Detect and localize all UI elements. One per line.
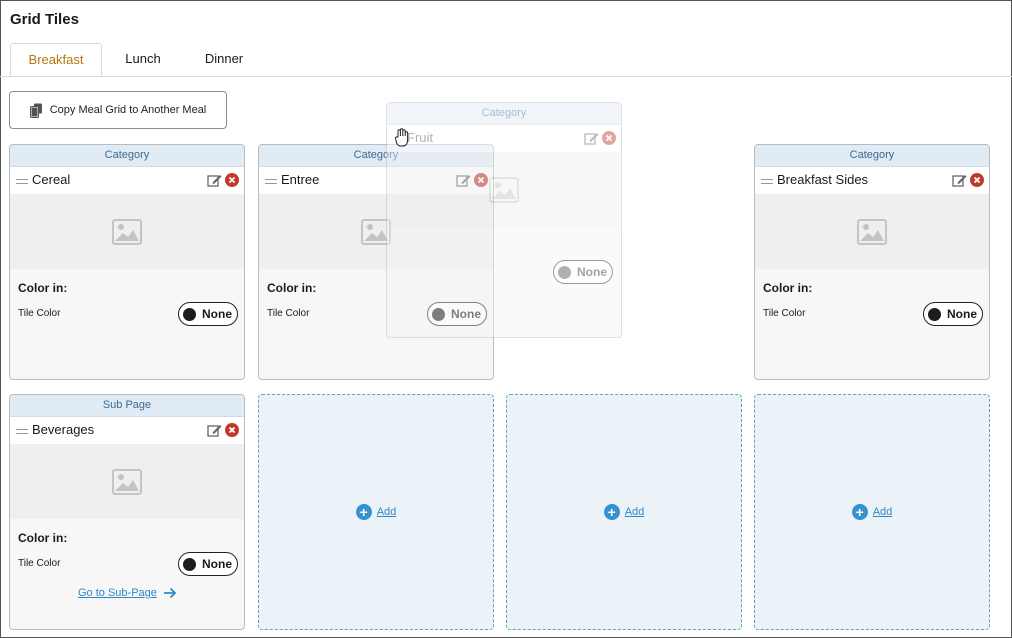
delete-icon[interactable] bbox=[970, 173, 984, 187]
image-placeholder bbox=[10, 444, 244, 519]
drag-handle-icon[interactable] bbox=[761, 179, 773, 184]
color-in-label: Color in: bbox=[18, 281, 68, 295]
color-swatch-icon bbox=[183, 307, 196, 321]
color-picker-button: None bbox=[553, 260, 613, 284]
plus-circle-icon: + bbox=[851, 504, 868, 520]
tile-name: Cereal bbox=[32, 172, 71, 187]
color-in-label: Color in: bbox=[18, 531, 68, 545]
delete-icon bbox=[602, 131, 616, 145]
add-label: Add bbox=[872, 506, 893, 518]
add-tile-slot[interactable]: + Add bbox=[258, 394, 494, 630]
drag-handle-icon[interactable] bbox=[265, 179, 277, 184]
dragging-tile-fruit[interactable]: Category Fruit None bbox=[386, 102, 622, 338]
tile-type-label: Category bbox=[387, 103, 621, 125]
add-label: Add bbox=[376, 506, 397, 518]
tile-breakfast-sides[interactable]: Category Breakfast Sides Color in: Tile … bbox=[754, 144, 990, 380]
go-to-sub-page-label: Go to Sub-Page bbox=[78, 587, 157, 599]
add-tile-button[interactable]: + Add bbox=[603, 504, 645, 520]
tile-type-label: Category bbox=[10, 145, 244, 167]
image-icon bbox=[857, 218, 887, 245]
add-tile-slot[interactable]: + Add bbox=[754, 394, 990, 630]
edit-icon[interactable] bbox=[952, 173, 967, 188]
delete-icon[interactable] bbox=[225, 423, 239, 437]
color-swatch-icon bbox=[183, 557, 196, 571]
edit-icon bbox=[584, 133, 599, 145]
image-placeholder bbox=[10, 194, 244, 269]
edit-icon[interactable] bbox=[207, 173, 222, 188]
edit-icon[interactable] bbox=[207, 423, 222, 438]
image-icon bbox=[112, 468, 142, 495]
tile-color-label: Tile Color bbox=[763, 308, 806, 319]
color-value: None bbox=[947, 307, 977, 321]
tile-type-label: Category bbox=[755, 145, 989, 167]
arrow-right-icon bbox=[163, 587, 177, 599]
tab-lunch[interactable]: Lunch bbox=[106, 43, 180, 76]
color-picker-button[interactable]: None bbox=[178, 552, 238, 576]
tile-name: Entree bbox=[281, 172, 320, 187]
drag-handle-icon[interactable] bbox=[16, 429, 28, 434]
image-icon bbox=[489, 176, 519, 203]
color-value: None bbox=[202, 557, 232, 571]
tile-name: Breakfast Sides bbox=[777, 172, 869, 187]
delete-icon[interactable] bbox=[225, 173, 239, 187]
image-icon bbox=[112, 218, 142, 245]
go-to-sub-page-link[interactable]: Go to Sub-Page bbox=[78, 587, 177, 599]
color-in-label: Color in: bbox=[267, 281, 317, 295]
add-tile-slot[interactable]: + Add bbox=[506, 394, 742, 630]
color-value: None bbox=[202, 307, 232, 321]
tile-color-label: Tile Color bbox=[18, 558, 61, 569]
tile-name: Beverages bbox=[32, 422, 95, 437]
drag-handle-icon[interactable] bbox=[16, 179, 28, 184]
color-picker-button[interactable]: None bbox=[923, 302, 983, 326]
tile-type-label: Sub Page bbox=[10, 395, 244, 417]
tile-color-label: Tile Color bbox=[267, 308, 310, 319]
color-in-label: Color in: bbox=[763, 281, 813, 295]
page-title: Grid Tiles bbox=[10, 11, 79, 28]
tab-dinner[interactable]: Dinner bbox=[186, 43, 262, 76]
color-swatch-icon bbox=[928, 307, 941, 321]
image-placeholder bbox=[755, 194, 989, 269]
add-label: Add bbox=[624, 506, 645, 518]
color-value: None bbox=[577, 265, 607, 279]
tab-breakfast[interactable]: Breakfast bbox=[10, 43, 102, 77]
tile-color-label: Tile Color bbox=[18, 308, 61, 319]
tabs-divider bbox=[0, 76, 1012, 77]
add-tile-button[interactable]: + Add bbox=[355, 504, 397, 520]
copy-meal-grid-button[interactable]: Copy Meal Grid to Another Meal bbox=[9, 91, 227, 129]
grab-cursor-icon bbox=[394, 128, 409, 147]
plus-circle-icon: + bbox=[355, 504, 372, 520]
tile-beverages[interactable]: Sub Page Beverages Color in: Tile Color … bbox=[9, 394, 245, 630]
color-swatch-icon bbox=[558, 265, 571, 279]
copy-icon bbox=[29, 103, 42, 118]
add-tile-button[interactable]: + Add bbox=[851, 504, 893, 520]
copy-meal-grid-label: Copy Meal Grid to Another Meal bbox=[49, 104, 207, 116]
image-placeholder bbox=[387, 152, 621, 227]
color-picker-button[interactable]: None bbox=[178, 302, 238, 326]
plus-circle-icon: + bbox=[603, 504, 620, 520]
tile-cereal[interactable]: Category Cereal Color in: Tile Color Non… bbox=[9, 144, 245, 380]
